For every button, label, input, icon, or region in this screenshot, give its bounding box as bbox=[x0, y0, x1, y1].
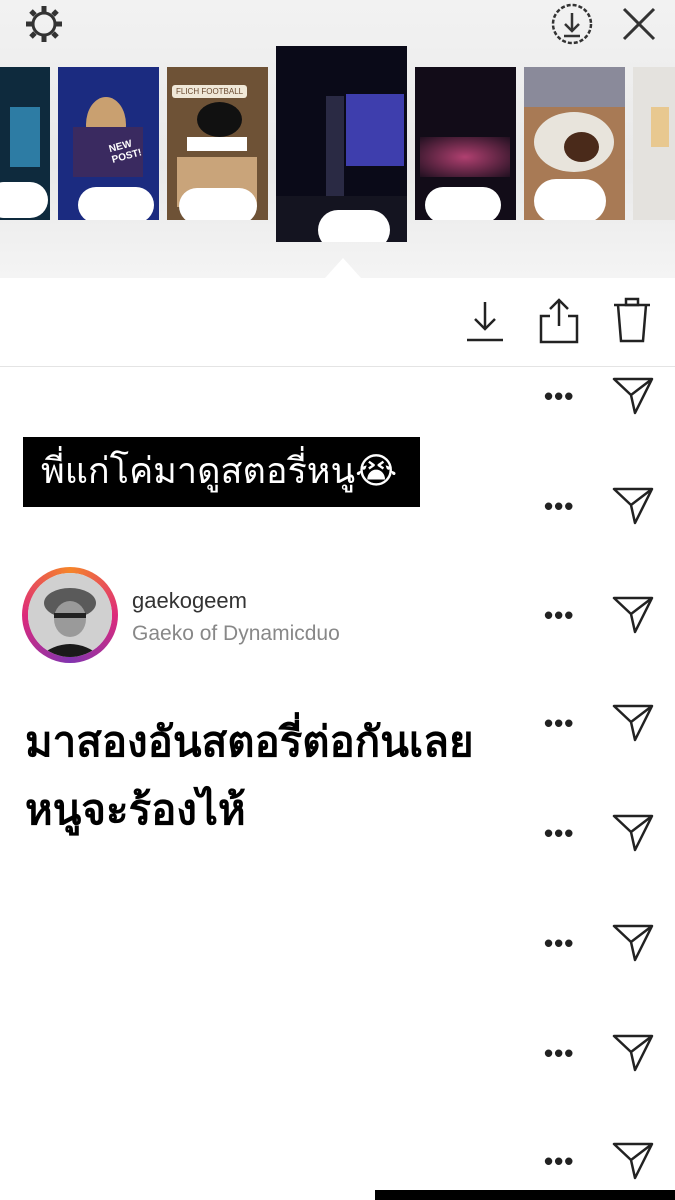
send-icon[interactable] bbox=[611, 1138, 655, 1182]
story-thumbnail[interactable] bbox=[524, 67, 625, 220]
send-icon[interactable] bbox=[611, 373, 655, 417]
avatar[interactable] bbox=[22, 567, 118, 663]
story-viewer-header: NEW POST! FLICH FOOTBALL bbox=[0, 0, 675, 278]
download-icon[interactable] bbox=[465, 298, 505, 344]
story-thumbnail[interactable] bbox=[633, 67, 675, 220]
send-icon[interactable] bbox=[611, 483, 655, 527]
story-actions-bar bbox=[0, 278, 675, 367]
story-overlay-text: FLICH FOOTBALL bbox=[172, 85, 248, 98]
send-icon[interactable] bbox=[611, 920, 655, 964]
bottom-edge bbox=[375, 1190, 675, 1200]
avatar-photo bbox=[28, 573, 112, 657]
caption-top: พี่แก่โค่มาดูสตอรี่หนู😭 bbox=[23, 437, 420, 507]
share-icon[interactable] bbox=[538, 296, 580, 344]
more-options-button[interactable]: ••• bbox=[544, 491, 574, 522]
send-icon[interactable] bbox=[611, 700, 655, 744]
story-thumbnail[interactable]: NEW POST! bbox=[58, 67, 159, 220]
story-thumbnail[interactable] bbox=[0, 67, 50, 220]
download-circle-icon[interactable] bbox=[550, 2, 594, 46]
caption-bottom-line-1: มาสองอันสตอรี่ต่อกันเลย bbox=[25, 717, 474, 766]
send-icon[interactable] bbox=[611, 1030, 655, 1074]
more-options-button[interactable]: ••• bbox=[544, 1038, 574, 1069]
more-options-button[interactable]: ••• bbox=[544, 381, 574, 412]
story-thumbnail[interactable] bbox=[415, 67, 516, 220]
send-icon[interactable] bbox=[611, 592, 655, 636]
caption-bottom: มาสองอันสตอรี่ต่อกันเลย หนูจะร้องไห้ bbox=[25, 708, 545, 844]
viewer-full-name: Gaeko of Dynamicduo bbox=[132, 622, 340, 645]
viewer-username[interactable]: gaekogeem bbox=[132, 588, 247, 614]
send-icon[interactable] bbox=[611, 810, 655, 854]
trash-icon[interactable] bbox=[612, 296, 652, 344]
story-thumbnail[interactable]: FLICH FOOTBALL bbox=[167, 67, 268, 220]
caption-bottom-line-2: หนูจะร้องไห้ bbox=[25, 785, 246, 834]
more-options-button[interactable]: ••• bbox=[544, 818, 574, 849]
close-icon[interactable] bbox=[620, 5, 658, 43]
more-options-button[interactable]: ••• bbox=[544, 708, 574, 739]
more-options-button[interactable]: ••• bbox=[544, 928, 574, 959]
selected-pointer bbox=[325, 258, 361, 278]
more-options-button[interactable]: ••• bbox=[544, 600, 574, 631]
gear-icon[interactable] bbox=[22, 2, 66, 46]
more-options-button[interactable]: ••• bbox=[544, 1146, 574, 1177]
story-thumbnail-selected[interactable] bbox=[276, 46, 407, 242]
